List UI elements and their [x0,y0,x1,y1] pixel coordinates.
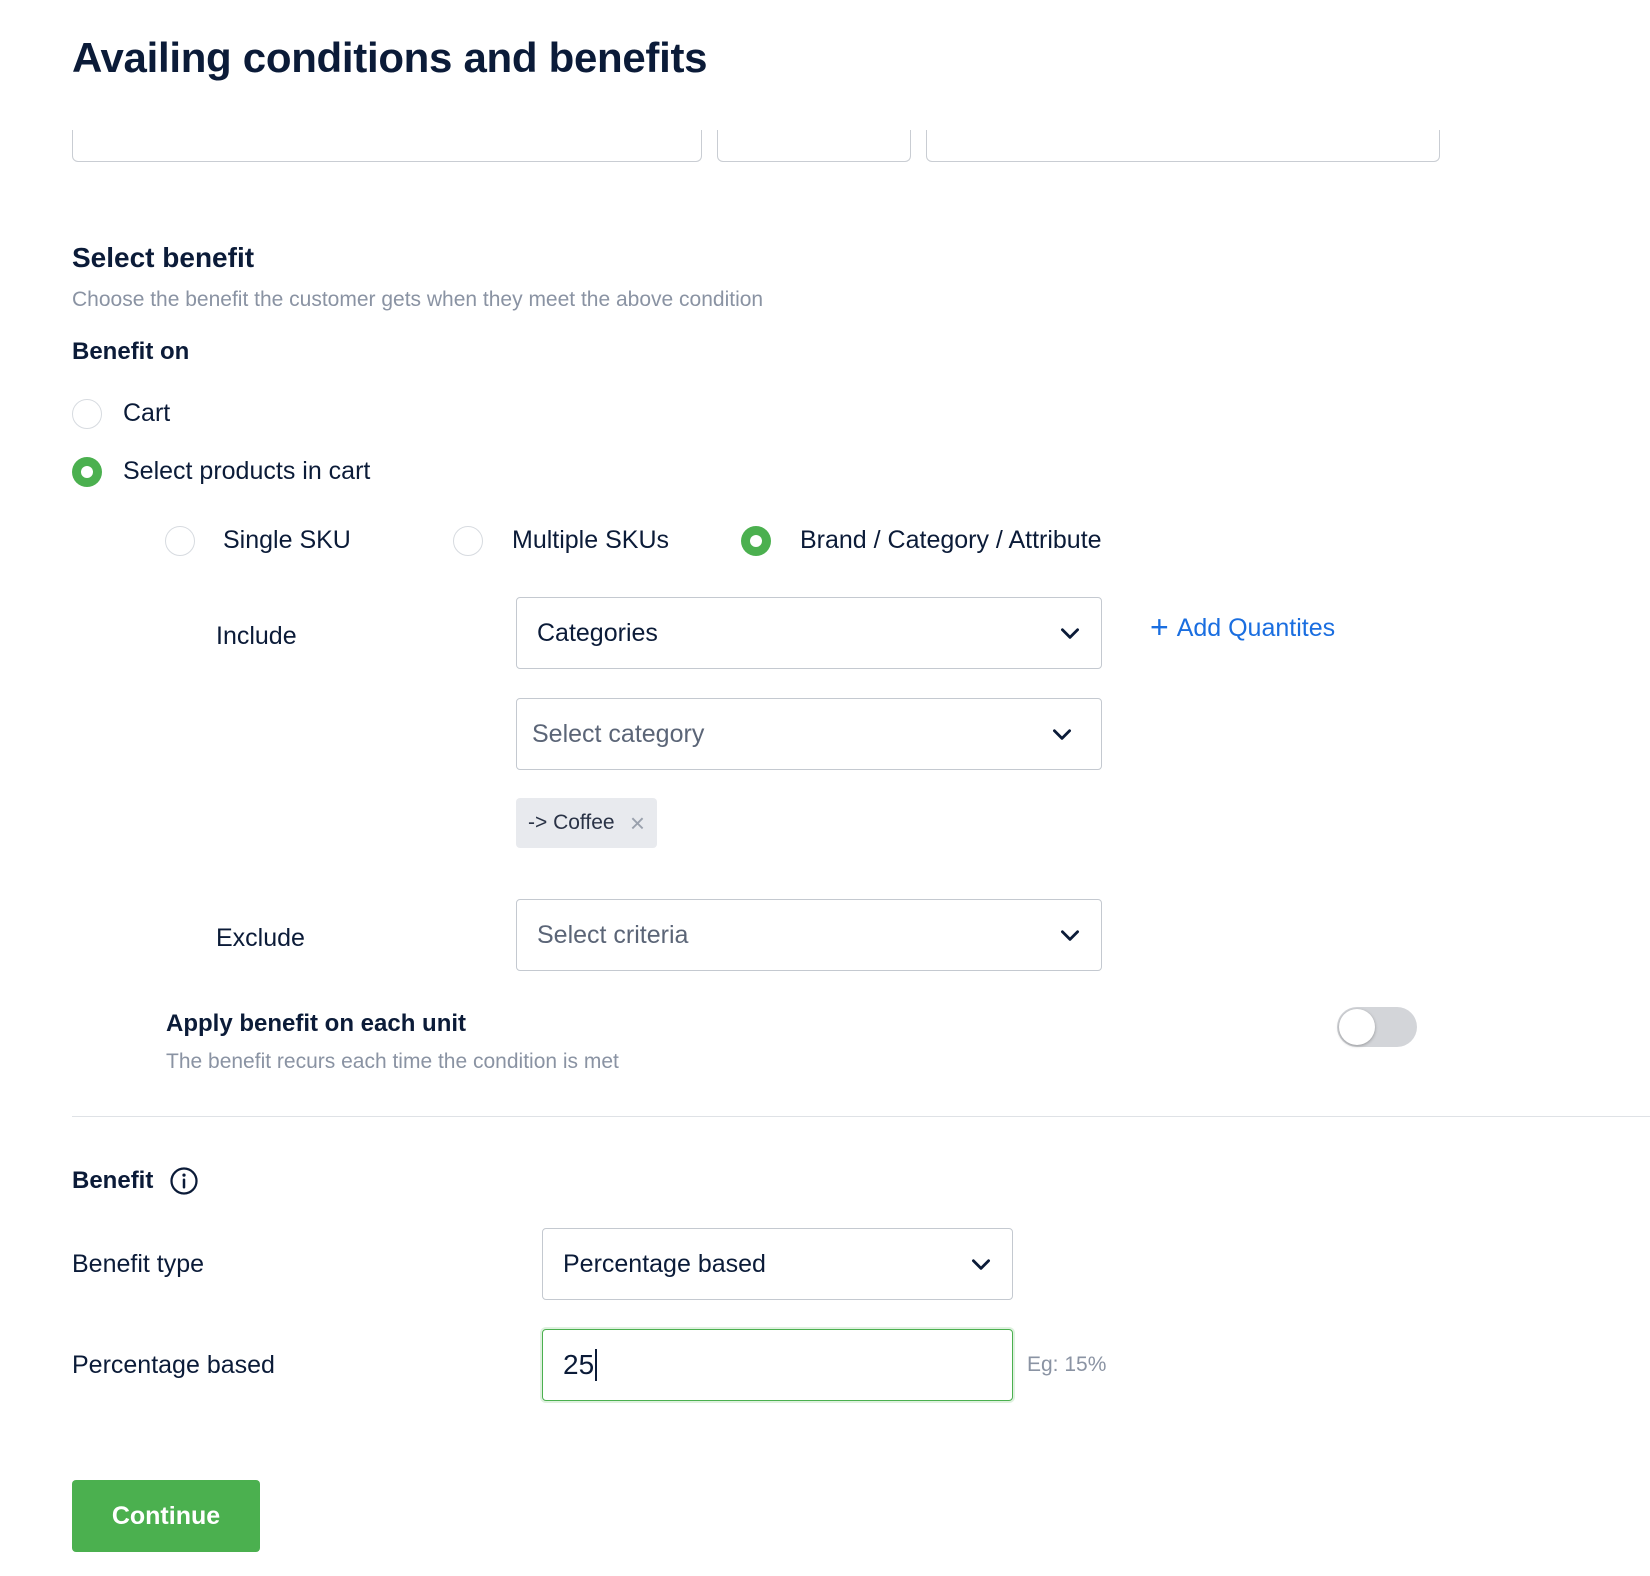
radio-single-sku-label[interactable]: Single SKU [223,526,351,555]
info-icon[interactable] [169,1166,199,1196]
include-type-select[interactable]: Categories [516,597,1102,669]
percentage-label: Percentage based [72,1351,275,1379]
benefit-heading: Benefit [72,1166,199,1196]
radio-select-products-label[interactable]: Select products in cart [123,457,370,486]
continue-button[interactable]: Continue [72,1480,260,1552]
radio-select-products[interactable] [72,457,102,487]
exclude-label: Exclude [216,924,305,952]
select-benefit-title: Select benefit [72,242,255,273]
apply-each-unit-title: Apply benefit on each unit [166,1010,467,1037]
benefit-type-value: Percentage based [563,1249,766,1278]
category-select-placeholder: Select category [532,719,705,748]
chevron-down-icon [1053,729,1071,740]
benefit-title: Benefit [72,1167,154,1194]
apply-each-unit-subtitle: The benefit recurs each time the conditi… [166,1050,619,1073]
percentage-hint: Eg: 15% [1027,1353,1107,1376]
radio-brand-category-attribute-label[interactable]: Brand / Category / Attribute [800,526,1102,555]
toggle-knob [1339,1009,1375,1045]
exclude-criteria-select[interactable]: Select criteria [516,899,1102,971]
condition-field-2[interactable] [717,130,911,162]
page-title: Availing conditions and benefits [72,34,708,81]
section-divider [72,1116,1650,1117]
chevron-down-icon [1061,930,1079,941]
condition-field-3[interactable] [926,130,1440,162]
benefit-type-label: Benefit type [72,1250,205,1278]
select-benefit-subtitle: Choose the benefit the customer gets whe… [72,288,764,311]
apply-each-unit-toggle[interactable] [1337,1007,1417,1047]
radio-multiple-skus-label[interactable]: Multiple SKUs [512,526,669,555]
radio-brand-category-attribute[interactable] [741,526,771,556]
radio-cart[interactable] [72,399,102,429]
exclude-criteria-placeholder: Select criteria [537,920,689,949]
add-quantities-link[interactable]: + Add Quantites [1150,609,1336,645]
chevron-down-icon [972,1259,990,1270]
radio-multiple-skus[interactable] [453,526,483,556]
include-type-value: Categories [537,618,658,647]
category-select[interactable]: Select category [516,698,1102,770]
category-chip: -> Coffee × [516,798,657,848]
category-chip-label: -> Coffee [528,811,615,834]
chevron-down-icon [1061,628,1079,639]
radio-single-sku[interactable] [165,526,195,556]
add-quantities-label: Add Quantites [1176,614,1336,642]
benefit-type-select[interactable]: Percentage based [542,1228,1013,1300]
radio-cart-label[interactable]: Cart [123,399,170,428]
close-icon[interactable]: × [630,810,645,836]
benefit-on-label: Benefit on [72,338,190,365]
condition-field-1[interactable] [72,130,702,162]
percentage-input[interactable]: 25 [542,1329,1013,1401]
percentage-value: 25 [563,1349,595,1380]
text-caret [595,1349,598,1381]
plus-icon: + [1150,609,1169,645]
include-label: Include [216,622,297,650]
